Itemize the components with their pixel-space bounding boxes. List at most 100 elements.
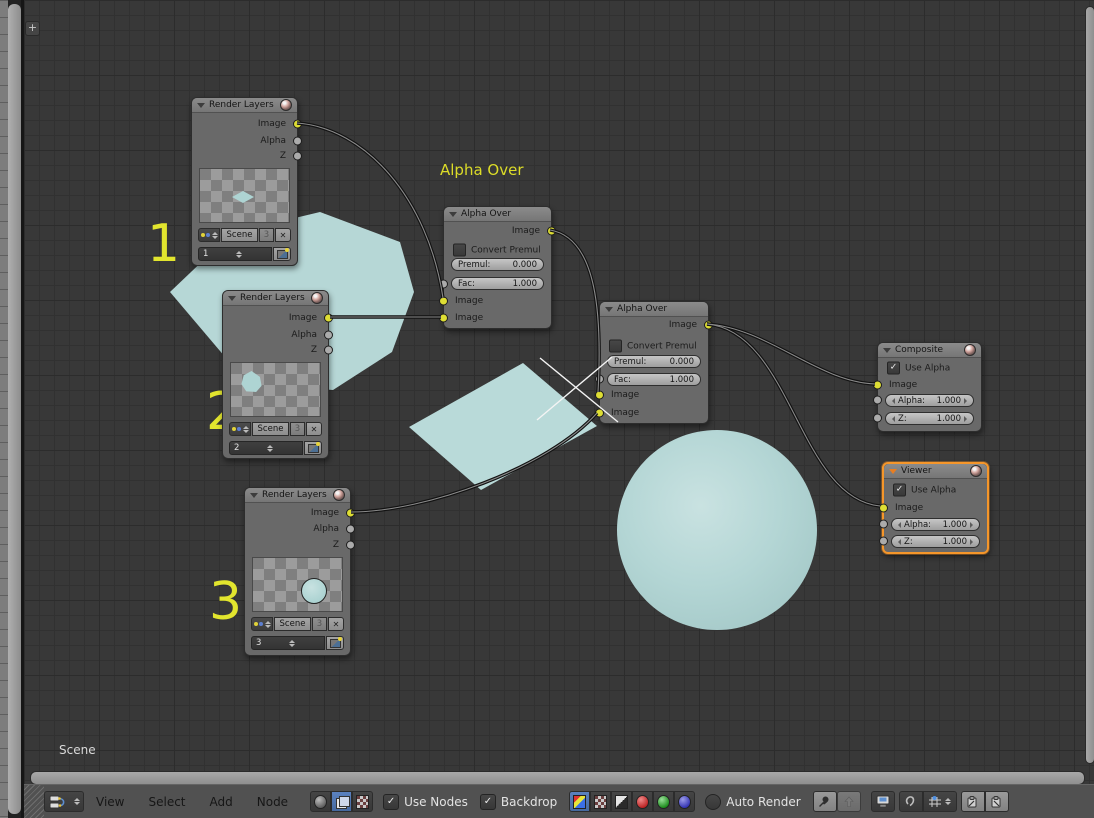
checkbox-icon[interactable] xyxy=(609,340,622,353)
socket-image-out[interactable] xyxy=(324,314,333,323)
node-header[interactable]: Composite xyxy=(878,343,981,358)
editor-type-selector[interactable] xyxy=(44,791,84,812)
render-layer-selector[interactable]: 3 xyxy=(251,636,344,650)
render-layer-selector[interactable]: 2 xyxy=(229,441,322,455)
increment-arrow-icon[interactable] xyxy=(970,539,973,545)
stepper-icon[interactable] xyxy=(267,445,299,452)
preview-sphere-icon[interactable] xyxy=(964,344,976,356)
socket-alpha-out[interactable] xyxy=(346,525,355,534)
go-to-parent-button[interactable] xyxy=(837,791,861,812)
new-layer-button[interactable] xyxy=(273,247,291,261)
decrement-arrow-icon[interactable] xyxy=(892,398,895,404)
socket-image-out[interactable] xyxy=(293,120,302,129)
new-layer-button[interactable] xyxy=(326,636,344,650)
socket-image2-in[interactable] xyxy=(439,314,448,323)
texture-nodes-toggle[interactable] xyxy=(352,791,373,812)
checkbox-checked-icon[interactable]: ✓ xyxy=(893,484,906,497)
paste-nodes-button[interactable] xyxy=(985,791,1009,812)
scene-unlink-button[interactable]: ✕ xyxy=(275,228,291,242)
convert-premul-checkbox[interactable]: Convert Premul xyxy=(453,244,541,257)
increment-arrow-icon[interactable] xyxy=(964,416,967,422)
collapse-triangle-icon[interactable] xyxy=(883,348,891,353)
menu-view[interactable]: View xyxy=(84,795,136,809)
preview-sphere-icon[interactable] xyxy=(311,292,323,304)
socket-alpha-in[interactable] xyxy=(879,520,888,529)
scene-browse-button[interactable] xyxy=(251,617,273,631)
node-header[interactable]: Viewer xyxy=(884,464,987,479)
fac-slider[interactable]: Fac: 1.000 xyxy=(607,373,701,386)
stepper-icon[interactable] xyxy=(243,426,249,433)
preview-sphere-icon[interactable] xyxy=(333,489,345,501)
scene-name-button[interactable]: Scene xyxy=(221,228,258,242)
collapse-triangle-icon[interactable] xyxy=(250,493,258,498)
node-header[interactable]: Render Layers xyxy=(223,291,328,306)
node-alpha-over-1[interactable]: Alpha Over Image Convert Premul Premul: … xyxy=(443,206,552,329)
horizontal-scrollbar[interactable] xyxy=(30,771,1085,785)
socket-z-out[interactable] xyxy=(324,346,333,355)
preview-sphere-icon[interactable] xyxy=(970,465,982,477)
node-header[interactable]: Alpha Over xyxy=(600,302,708,317)
scene-browse-button[interactable] xyxy=(229,422,251,436)
increment-arrow-icon[interactable] xyxy=(970,522,973,528)
stepper-icon[interactable] xyxy=(74,798,80,805)
checkbox-checked-icon[interactable]: ✓ xyxy=(887,362,900,375)
socket-image-out[interactable] xyxy=(547,227,556,236)
socket-image2-in[interactable] xyxy=(595,409,604,418)
alpha-slider[interactable]: Alpha: 1.000 xyxy=(891,518,980,531)
layer-name-field[interactable]: 2 xyxy=(229,441,303,455)
snap-toggle-button[interactable] xyxy=(899,791,923,812)
stepper-icon[interactable] xyxy=(212,232,218,239)
backdrop-channel-alpha[interactable] xyxy=(590,791,611,812)
socket-z-out[interactable] xyxy=(346,541,355,550)
scene-selector[interactable]: Scene 3 ✕ xyxy=(198,228,291,242)
menu-node[interactable]: Node xyxy=(245,795,300,809)
use-nodes-checkbox[interactable]: ✓ xyxy=(383,794,399,810)
node-alpha-over-2[interactable]: Alpha Over Image Convert Premul Premul: … xyxy=(599,301,709,424)
socket-alpha-out[interactable] xyxy=(293,137,302,146)
collapse-triangle-icon[interactable] xyxy=(449,212,457,217)
scene-name-button[interactable]: Scene xyxy=(274,617,311,631)
snap-mode-selector[interactable] xyxy=(923,791,957,812)
node-render-layers-1[interactable]: Render Layers Image Alpha Z Scene 3 ✕ 1 xyxy=(191,97,298,266)
backdrop-channel-blue[interactable] xyxy=(674,791,695,812)
premul-slider[interactable]: Premul: 0.000 xyxy=(451,258,544,271)
decrement-arrow-icon[interactable] xyxy=(898,539,901,545)
stepper-icon[interactable] xyxy=(945,798,951,805)
node-render-layers-2[interactable]: Render Layers Image Alpha Z Scene 3 ✕ 2 xyxy=(222,290,329,459)
socket-image1-in[interactable] xyxy=(439,297,448,306)
stepper-icon[interactable] xyxy=(289,640,321,647)
menu-add[interactable]: Add xyxy=(198,795,245,809)
convert-premul-checkbox[interactable]: Convert Premul xyxy=(609,340,697,353)
node-render-layers-3[interactable]: Render Layers Image Alpha Z Scene 3 ✕ 3 xyxy=(244,487,351,656)
scene-unlink-button[interactable]: ✕ xyxy=(306,422,322,436)
layer-name-field[interactable]: 1 xyxy=(198,247,272,261)
socket-z-in[interactable] xyxy=(873,414,882,423)
vertical-scrollbar[interactable] xyxy=(1085,6,1094,764)
scene-browse-button[interactable] xyxy=(198,228,220,242)
socket-alpha-in[interactable] xyxy=(873,396,882,405)
socket-fac-in[interactable] xyxy=(595,375,604,384)
node-header[interactable]: Alpha Over xyxy=(444,207,551,222)
increment-arrow-icon[interactable] xyxy=(964,398,967,404)
backdrop-channel-green[interactable] xyxy=(653,791,674,812)
socket-z-in[interactable] xyxy=(879,537,888,546)
scene-selector[interactable]: Scene 3 ✕ xyxy=(251,617,344,631)
node-header[interactable]: Render Layers xyxy=(245,488,350,503)
alpha-slider[interactable]: Alpha: 1.000 xyxy=(885,394,974,407)
backdrop-checkbox[interactable]: ✓ xyxy=(480,794,496,810)
decrement-arrow-icon[interactable] xyxy=(898,522,901,528)
checkbox-icon[interactable] xyxy=(453,244,466,257)
preview-sphere-icon[interactable] xyxy=(280,99,292,111)
menu-select[interactable]: Select xyxy=(136,795,197,809)
new-layer-button[interactable] xyxy=(304,441,322,455)
layer-name-field[interactable]: 3 xyxy=(251,636,325,650)
resize-grip[interactable] xyxy=(24,785,44,818)
scene-unlink-button[interactable]: ✕ xyxy=(328,617,344,631)
socket-image1-in[interactable] xyxy=(595,391,604,400)
render-result-button[interactable] xyxy=(871,791,895,812)
pin-button[interactable] xyxy=(813,791,837,812)
stepper-icon[interactable] xyxy=(236,251,268,258)
copy-nodes-button[interactable] xyxy=(961,791,985,812)
backdrop-channel-red[interactable] xyxy=(632,791,653,812)
backdrop-channel-color-alpha[interactable] xyxy=(569,791,590,812)
